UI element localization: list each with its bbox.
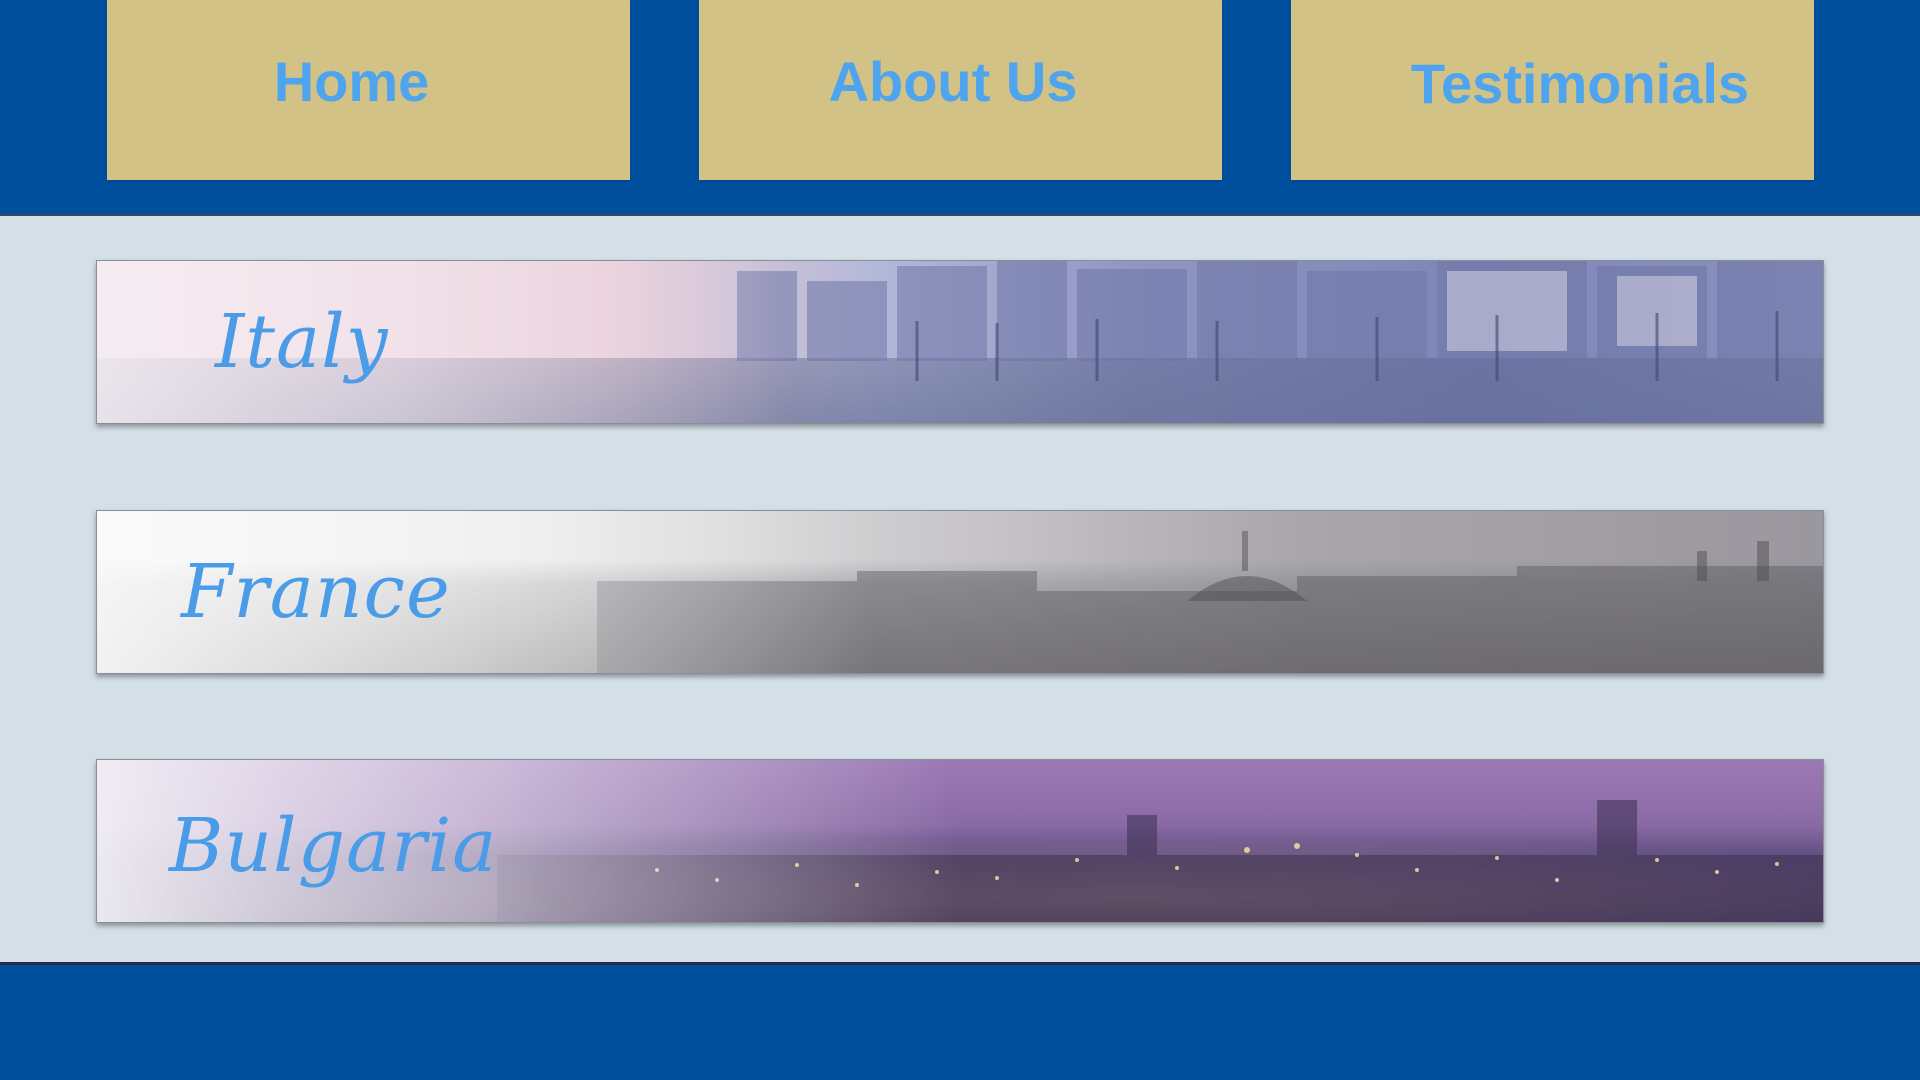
destinations-section: Italy France Bulgaria [0,216,1920,962]
nav-tab-testimonials-label: Testimonials [1410,51,1750,115]
nav-tab-home[interactable]: Home [107,0,630,180]
nav-tab-about-us[interactable]: About Us [699,0,1222,180]
nav-tab-testimonials[interactable]: Testimonials [1291,0,1814,180]
destination-label: Italy [215,299,389,385]
site-header: Home About Us Testimonials [0,0,1920,216]
destination-label: France [181,549,451,635]
destination-banner-bulgaria[interactable]: Bulgaria [96,759,1824,923]
nav-tab-about-us-label: About Us [828,49,1078,113]
destination-banner-italy[interactable]: Italy [96,260,1824,424]
destination-banner-france[interactable]: France [96,510,1824,674]
nav-tab-home-label: Home [273,49,430,113]
destination-label: Bulgaria [169,803,498,889]
site-footer [0,962,1920,1080]
